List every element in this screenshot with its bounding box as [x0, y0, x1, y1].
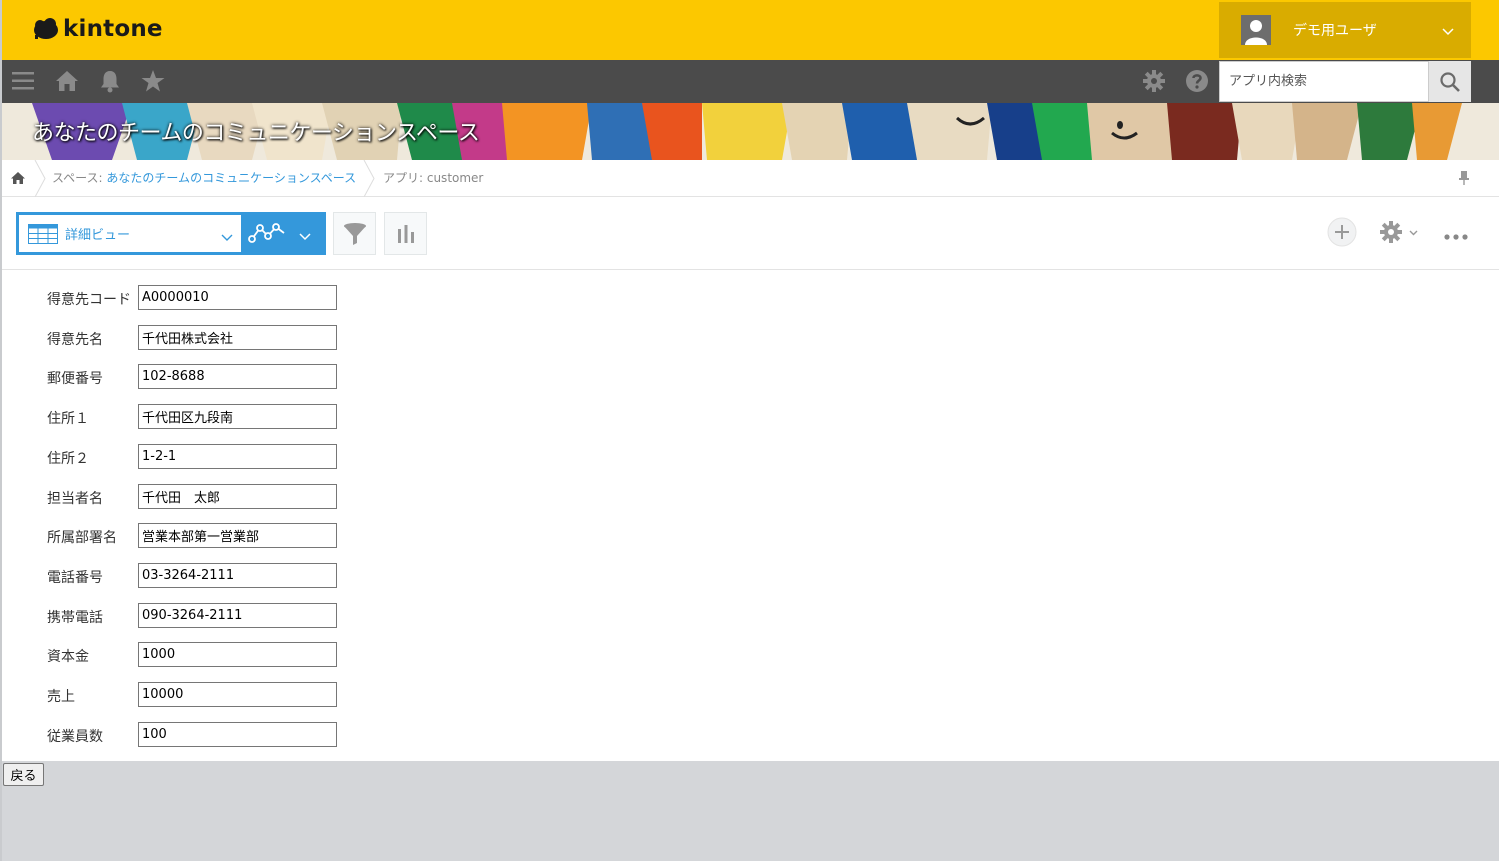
logo-text: kintone — [63, 16, 163, 42]
field-input[interactable] — [138, 722, 337, 747]
field-row: 郵便番号 — [47, 364, 347, 389]
field-label: 郵便番号 — [47, 371, 103, 387]
field-input[interactable] — [138, 523, 337, 548]
app-search-input[interactable] — [1219, 61, 1429, 102]
filter-button[interactable] — [333, 212, 376, 255]
field-input[interactable] — [138, 682, 337, 707]
view-toolbar: 詳細ビュー — [2, 197, 1499, 270]
global-nav — [2, 60, 1499, 103]
field-label: 携帯電話 — [47, 610, 103, 626]
line-graph-icon — [248, 223, 285, 243]
field-label: 資本金 — [47, 649, 89, 665]
add-record-button[interactable] — [1327, 217, 1357, 251]
field-label: 住所２ — [47, 451, 89, 467]
field-input[interactable] — [138, 444, 337, 469]
field-row: 資本金 — [47, 642, 347, 667]
field-label: 売上 — [47, 689, 75, 705]
breadcrumb-space-link[interactable]: あなたのチームのコミュニケーションスペース — [106, 171, 356, 185]
ellipsis-icon — [1444, 234, 1468, 240]
breadcrumb-app[interactable]: アプリ: customer — [383, 169, 483, 186]
graph-view-button[interactable] — [246, 219, 290, 248]
kintone-cloud-icon — [32, 17, 60, 41]
search-icon — [1440, 71, 1460, 92]
filter-funnel-icon — [343, 222, 366, 245]
app-settings-button[interactable] — [1378, 219, 1422, 249]
field-row: 売上 — [47, 682, 347, 707]
view-selector-group: 詳細ビュー — [16, 212, 326, 255]
field-row: 住所１ — [47, 404, 347, 429]
breadcrumb-space: スペース: あなたのチームのコミュニケーションスペース — [52, 169, 356, 186]
breadcrumb-space-prefix: スペース: — [52, 171, 107, 185]
field-row: 担当者名 — [47, 484, 347, 509]
field-label: 住所１ — [47, 411, 89, 427]
field-input[interactable] — [138, 642, 337, 667]
bar-chart-icon — [397, 224, 414, 243]
field-input[interactable] — [138, 404, 337, 429]
field-row: 得意先名 — [47, 325, 347, 350]
field-input[interactable] — [138, 325, 337, 350]
pin-icon[interactable] — [1457, 170, 1471, 186]
table-view-icon — [28, 223, 58, 244]
bell-icon[interactable] — [97, 68, 123, 94]
chevron-down-icon — [221, 228, 233, 241]
search-button[interactable] — [1429, 61, 1471, 102]
settings-gear-icon[interactable] — [1141, 68, 1167, 94]
space-banner: あなたのチームのコミュニケーションスペース — [2, 103, 1499, 160]
home-icon[interactable] — [54, 68, 80, 94]
field-input[interactable] — [138, 484, 337, 509]
graph-button[interactable] — [384, 212, 427, 255]
record-detail-area: 得意先コード 得意先名 郵便番号 住所１ 住所２ 担当者名 所属部署名 電話番号… — [2, 270, 1499, 761]
view-name: 詳細ビュー — [65, 228, 131, 243]
field-input[interactable] — [138, 603, 337, 628]
help-icon[interactable] — [1184, 68, 1210, 94]
user-name: デモ用ユーザ — [1293, 23, 1377, 39]
field-row: 携帯電話 — [47, 603, 347, 628]
more-options-button[interactable] — [1443, 227, 1469, 246]
plus-icon — [1327, 217, 1357, 247]
breadcrumb-separator — [362, 159, 376, 198]
user-menu[interactable]: デモ用ユーザ — [1219, 2, 1471, 58]
field-label: 担当者名 — [47, 491, 103, 507]
chevron-down-icon — [1441, 23, 1455, 37]
kintone-logo[interactable]: kintone — [32, 16, 163, 42]
field-label: 得意先コード — [47, 292, 131, 308]
star-icon[interactable] — [140, 68, 166, 94]
field-row: 電話番号 — [47, 563, 347, 588]
field-row: 所属部署名 — [47, 523, 347, 548]
banner-title: あなたのチームのコミュニケーションスペース — [32, 121, 480, 146]
back-button[interactable]: 戻る — [3, 763, 44, 786]
field-label: 所属部署名 — [47, 530, 117, 546]
view-select-dropdown[interactable]: 詳細ビュー — [19, 215, 241, 252]
field-label: 従業員数 — [47, 729, 103, 745]
breadcrumb-home-icon[interactable] — [10, 170, 26, 186]
field-input[interactable] — [138, 563, 337, 588]
menu-icon[interactable] — [10, 68, 36, 94]
chevron-down-icon[interactable] — [299, 227, 311, 241]
field-row: 従業員数 — [47, 722, 347, 747]
field-label: 得意先名 — [47, 332, 103, 348]
header-bar: kintone デモ用ユーザ — [2, 0, 1499, 60]
field-input[interactable] — [138, 364, 337, 389]
gear-icon — [1380, 221, 1418, 243]
breadcrumb-separator — [33, 159, 47, 198]
field-label: 電話番号 — [47, 570, 103, 586]
field-input[interactable] — [138, 285, 337, 310]
user-avatar-icon — [1241, 15, 1271, 45]
field-row: 得意先コード — [47, 285, 347, 310]
breadcrumb: スペース: あなたのチームのコミュニケーションスペース アプリ: custome… — [2, 159, 1499, 198]
field-row: 住所２ — [47, 444, 347, 469]
